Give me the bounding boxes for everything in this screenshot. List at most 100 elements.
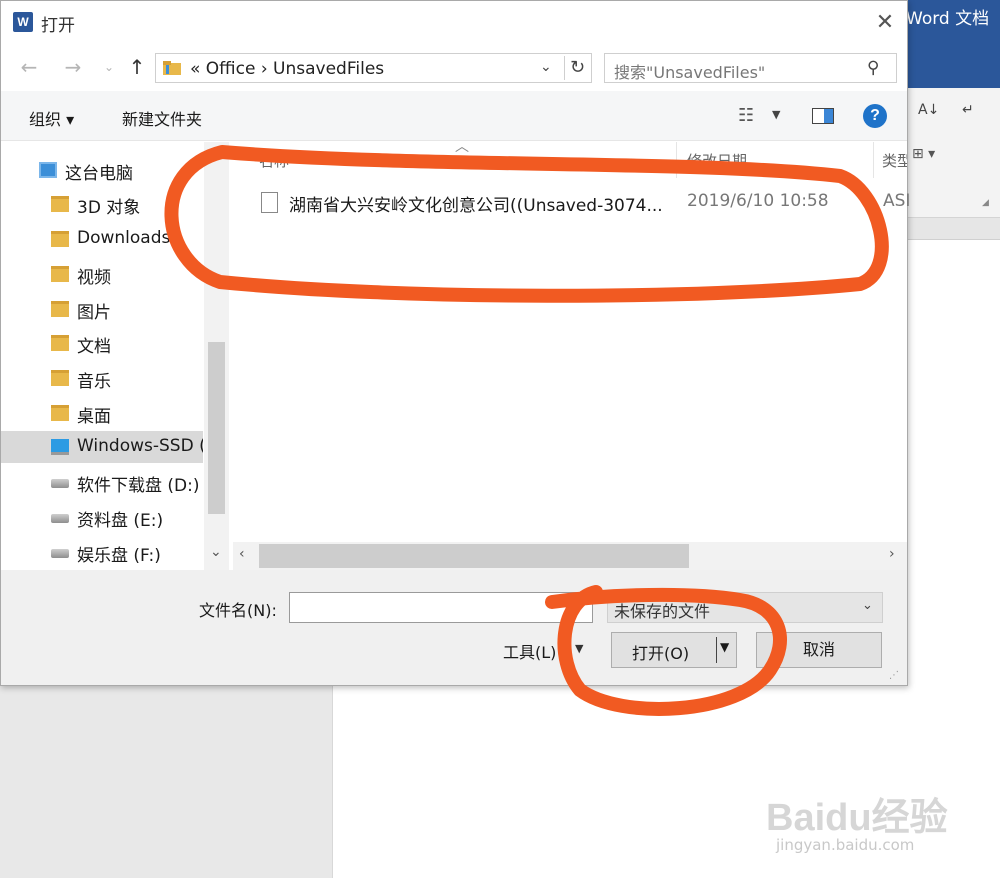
scroll-right-icon[interactable]: ›	[889, 546, 895, 562]
drive-icon	[51, 479, 69, 488]
recent-locations-icon[interactable]: ⌄	[95, 51, 123, 83]
table-icon[interactable]: ⊞ ▾	[912, 146, 935, 162]
column-header-date[interactable]: 修改日期	[677, 142, 874, 178]
nav-scrollbar[interactable]: ︿ ⌄	[204, 142, 229, 570]
pc-icon	[39, 162, 57, 178]
sidebar-item-drive-f[interactable]: 娱乐盘 (F:)	[1, 536, 203, 568]
organize-button[interactable]: 组织 ▾	[29, 106, 74, 130]
sidebar-item-label: 音乐	[77, 372, 111, 392]
sidebar-item-pictures[interactable]: 图片	[1, 293, 203, 325]
scrollbar-thumb[interactable]	[259, 544, 689, 568]
baidu-watermark: Baidu经验	[766, 786, 948, 841]
sidebar-item-documents[interactable]: 文档	[1, 327, 203, 359]
open-button-label: 打开(O)	[632, 644, 690, 663]
back-icon[interactable]: ←	[15, 51, 43, 83]
scroll-up-icon[interactable]: ︿	[210, 142, 222, 159]
sidebar-item-this-pc[interactable]: 这台电脑	[1, 154, 203, 186]
close-button[interactable]: ✕	[867, 7, 903, 39]
sidebar-item-drive-e[interactable]: 资料盘 (E:)	[1, 501, 203, 533]
sidebar-item-label: 图片	[77, 303, 111, 323]
word-window-title: Word 文档	[906, 9, 990, 29]
document-icon	[261, 192, 278, 213]
windows-drive-icon	[51, 439, 69, 455]
scroll-down-icon[interactable]: ⌄	[210, 544, 222, 560]
sidebar-item-label: Windows-SSD (	[77, 436, 203, 456]
column-header-name[interactable]: 名称	[233, 142, 677, 178]
file-type-value: 未保存的文件	[614, 602, 711, 621]
sidebar-item-label: 软件下载盘 (D:)	[77, 476, 200, 496]
drive-icon	[51, 514, 69, 523]
scrollbar-thumb[interactable]	[208, 342, 225, 514]
address-row: ← → ⌄ ↑ « Office › UnsavedFiles ⌄ ↻ 搜索"U…	[1, 45, 907, 91]
filename-input[interactable]	[289, 592, 593, 623]
preview-pane-icon[interactable]	[812, 108, 834, 124]
sidebar-item-drive-d[interactable]: 软件下载盘 (D:)	[1, 466, 203, 498]
open-dropdown-icon[interactable]: ▼	[720, 640, 729, 654]
horizontal-scrollbar[interactable]: ‹ ›	[233, 542, 907, 570]
file-name: 湖南省大兴安岭文化创意公司((Unsaved-3074...	[289, 196, 663, 216]
sidebar-item-label: 视频	[77, 268, 111, 288]
refresh-icon[interactable]: ↻	[564, 56, 590, 80]
watermark-cn: 经验	[871, 797, 948, 839]
video-folder-icon	[51, 266, 69, 282]
file-type-select[interactable]: 未保存的文件 ⌄	[607, 592, 883, 623]
navigation-pane: 这台电脑 3D 对象 Downloads 视频 图片 文档 音乐 桌面 Wind…	[1, 142, 229, 570]
sort-icon[interactable]: A↓	[918, 102, 939, 118]
view-dropdown-icon[interactable]: ▼	[772, 108, 780, 121]
sidebar-item-label: Downloads	[77, 228, 171, 248]
search-input[interactable]: 搜索"UnsavedFiles" ⚲	[604, 53, 897, 83]
open-dialog: W 打开 ✕ ← → ⌄ ↑ « Office › UnsavedFiles ⌄…	[0, 0, 911, 686]
folder-icon	[51, 196, 69, 212]
file-type: ASI	[883, 191, 911, 211]
word-ruler	[908, 218, 1000, 240]
new-folder-button[interactable]: 新建文件夹	[122, 106, 202, 130]
word-nav-panel	[0, 686, 333, 878]
file-row[interactable]: 湖南省大兴安岭文化创意公司((Unsaved-3074... 2019/6/10…	[233, 187, 911, 219]
tools-button[interactable]: 工具(L)	[503, 639, 556, 663]
chevron-down-icon[interactable]: ⌄	[540, 59, 552, 75]
sidebar-item-label: 娱乐盘 (F:)	[77, 546, 161, 566]
watermark-url: jingyan.baidu.com	[776, 836, 915, 854]
dialog-footer: 文件名(N): 未保存的文件 ⌄ 工具(L) ▼ 打开(O) ▼ 取消 ⋰	[1, 570, 907, 685]
sidebar-item-downloads[interactable]: Downloads	[1, 223, 203, 255]
dialog-title: 打开	[41, 16, 75, 36]
scroll-left-icon[interactable]: ‹	[239, 546, 245, 562]
sidebar-item-desktop[interactable]: 桌面	[1, 397, 203, 429]
open-button[interactable]: 打开(O) ▼	[611, 632, 737, 668]
sidebar-item-3d-objects[interactable]: 3D 对象	[1, 188, 203, 220]
watermark-mid: du	[825, 797, 872, 839]
column-header-type[interactable]: 类型	[874, 142, 907, 178]
tools-dropdown-icon[interactable]: ▼	[575, 642, 583, 655]
view-options-icon[interactable]: ☷	[738, 105, 754, 126]
download-folder-icon	[51, 231, 69, 247]
dialog-launcher-icon[interactable]: ◢	[982, 198, 989, 208]
search-icon[interactable]: ⚲	[867, 58, 879, 78]
desktop-folder-icon	[51, 405, 69, 421]
sidebar-item-music[interactable]: 音乐	[1, 362, 203, 394]
split-divider	[716, 637, 717, 663]
sidebar-item-label: 3D 对象	[77, 198, 141, 218]
sidebar-item-label: 文档	[77, 337, 111, 357]
sidebar-item-windows-ssd[interactable]: Windows-SSD (	[1, 431, 203, 463]
watermark-main: Bai	[766, 797, 826, 839]
picture-folder-icon	[51, 301, 69, 317]
forward-icon[interactable]: →	[59, 51, 87, 83]
sidebar-item-label: 这台电脑	[65, 164, 133, 184]
up-icon[interactable]: ↑	[123, 51, 151, 83]
cancel-button[interactable]: 取消	[756, 632, 882, 668]
chevron-down-icon[interactable]: ⌄	[862, 598, 873, 613]
sidebar-item-label: 桌面	[77, 407, 111, 427]
help-icon[interactable]: ?	[863, 104, 887, 128]
resize-grip-icon[interactable]: ⋰	[889, 670, 899, 681]
file-list: ︿ 名称 修改日期 类型 湖南省大兴安岭文化创意公司((Unsaved-3074…	[233, 139, 911, 570]
command-bar: 组织 ▾ 新建文件夹 ☷ ▼ ?	[1, 91, 907, 141]
filename-label: 文件名(N):	[199, 601, 277, 620]
dialog-titlebar: W 打开 ✕	[1, 1, 907, 43]
folder-icon	[163, 61, 181, 75]
sidebar-item-label: 资料盘 (E:)	[77, 511, 164, 531]
address-bar[interactable]: « Office › UnsavedFiles ⌄ ↻	[155, 53, 592, 83]
breadcrumb[interactable]: « Office › UnsavedFiles	[190, 59, 384, 79]
return-icon[interactable]: ↵	[962, 102, 974, 118]
sidebar-item-videos[interactable]: 视频	[1, 258, 203, 290]
file-date: 2019/6/10 10:58	[687, 191, 829, 211]
